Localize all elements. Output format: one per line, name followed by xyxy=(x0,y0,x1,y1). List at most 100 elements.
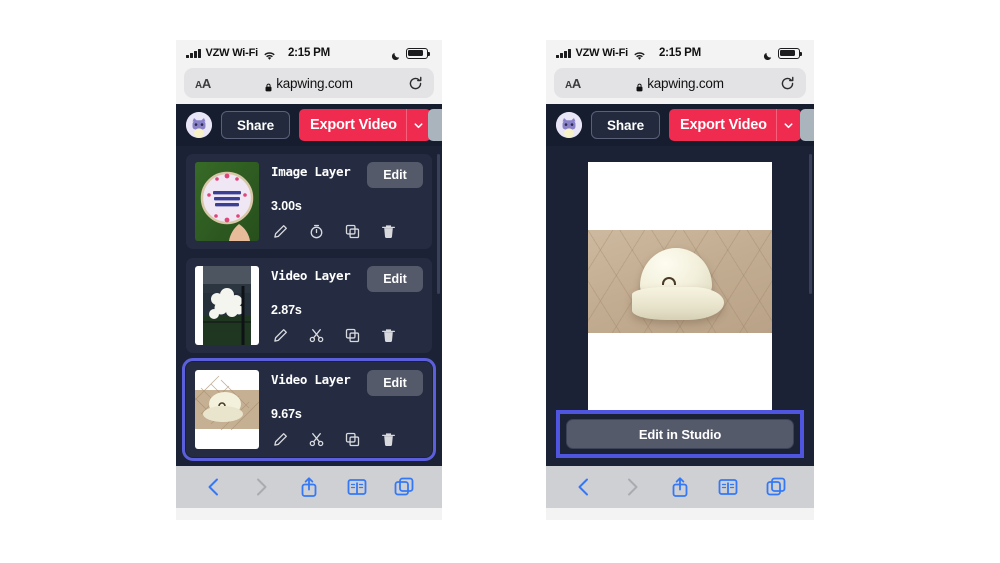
safari-url-bar[interactable]: AA kapwing.com xyxy=(184,68,434,98)
scissors-icon[interactable] xyxy=(309,328,324,343)
battery-icon xyxy=(406,47,430,59)
status-bar-time: 2:15 PM xyxy=(658,47,702,59)
tabs-button[interactable] xyxy=(765,476,787,498)
layer-thumbnail xyxy=(195,266,259,345)
layer-thumbnail xyxy=(195,370,259,449)
safari-bottom-bar xyxy=(176,466,442,508)
share-icon[interactable] xyxy=(669,476,691,498)
forward-button xyxy=(250,476,272,498)
ios-status-bar: VZW Wi-Fi 2:15 PM xyxy=(176,40,442,66)
layer-thumbnail xyxy=(195,162,259,241)
layer-duration: 2.87s xyxy=(271,303,302,317)
share-button[interactable]: Share xyxy=(221,111,291,139)
phone-screenshot-left: VZW Wi-Fi 2:15 PM AA kapwing.com Share E… xyxy=(176,40,442,520)
reload-icon[interactable] xyxy=(408,76,423,91)
url-display: kapwing.com xyxy=(554,76,806,91)
layer-duration: 9.67s xyxy=(271,407,302,421)
duplicate-icon[interactable] xyxy=(345,224,360,239)
layer-card-selected[interactable]: Video Layer Edit 9.67s xyxy=(182,358,436,461)
preview-photo xyxy=(588,230,772,333)
layer-action-row xyxy=(271,328,423,343)
export-video-label: Export Video xyxy=(310,117,397,133)
share-button[interactable]: Share xyxy=(591,111,661,139)
duplicate-icon[interactable] xyxy=(345,328,360,343)
user-avatar-icon[interactable] xyxy=(556,112,582,138)
back-button[interactable] xyxy=(203,476,225,498)
layer-edit-button[interactable]: Edit xyxy=(367,266,423,292)
layer-edit-button[interactable]: Edit xyxy=(367,162,423,188)
layer-info: Video Layer Edit 9.67s xyxy=(271,370,423,449)
layer-card[interactable]: Image Layer Edit 3.00s xyxy=(186,154,432,249)
back-button[interactable] xyxy=(573,476,595,498)
kapwing-app-area: Share Export Video xyxy=(546,104,814,466)
status-bar-time: 2:15 PM xyxy=(287,47,331,59)
tabs-button[interactable] xyxy=(393,476,415,498)
reload-icon[interactable] xyxy=(780,76,795,91)
safari-url-bar-container: AA kapwing.com xyxy=(176,66,442,104)
scrollbar[interactable] xyxy=(809,154,812,294)
preview-container xyxy=(546,146,814,410)
toolbar-overflow-button[interactable] xyxy=(800,109,814,141)
edit-in-studio-button[interactable]: Edit in Studio xyxy=(566,419,794,449)
wifi-icon xyxy=(633,48,646,60)
layer-list: Image Layer Edit 3.00s Video Layer Edit … xyxy=(176,146,442,461)
text-size-button[interactable]: AA xyxy=(565,76,581,91)
app-toolbar: Share Export Video xyxy=(176,104,442,146)
carrier-label: VZW Wi-Fi xyxy=(575,47,629,59)
user-avatar-icon[interactable] xyxy=(186,112,212,138)
phone-screenshot-right: VZW Wi-Fi 2:15 PM AA kapwing.com Share E… xyxy=(546,40,814,520)
app-toolbar: Share Export Video xyxy=(546,104,814,146)
layer-info: Image Layer Edit 3.00s xyxy=(271,162,423,241)
do-not-disturb-moon-icon xyxy=(391,48,401,61)
share-icon[interactable] xyxy=(298,476,320,498)
scissors-icon[interactable] xyxy=(309,432,324,447)
cellular-signal-icon xyxy=(556,48,571,58)
screenshot-stage: VZW Wi-Fi 2:15 PM AA kapwing.com Share E… xyxy=(0,0,1000,563)
kapwing-app-area: Share Export Video xyxy=(176,104,442,466)
status-bar-left: VZW Wi-Fi xyxy=(556,47,646,60)
safari-url-bar-container: AA kapwing.com xyxy=(546,66,814,104)
pencil-icon[interactable] xyxy=(273,328,288,343)
pencil-icon[interactable] xyxy=(273,224,288,239)
forward-button xyxy=(621,476,643,498)
bookmarks-button[interactable] xyxy=(717,476,739,498)
duplicate-icon[interactable] xyxy=(345,432,360,447)
wifi-icon xyxy=(263,48,276,60)
edit-in-studio-container: Edit in Studio xyxy=(546,410,814,458)
trash-icon[interactable] xyxy=(381,224,396,239)
status-bar-right xyxy=(391,47,430,61)
timer-icon[interactable] xyxy=(309,224,324,239)
status-bar-left: VZW Wi-Fi xyxy=(186,47,276,60)
cap-brim-shape xyxy=(632,287,724,320)
status-bar-right xyxy=(763,47,802,61)
pencil-icon[interactable] xyxy=(273,432,288,447)
url-text: kapwing.com xyxy=(647,75,724,91)
export-video-button[interactable]: Export Video xyxy=(669,109,801,141)
chevron-down-icon[interactable] xyxy=(775,109,801,141)
layer-duration: 3.00s xyxy=(271,199,302,213)
layer-info: Video Layer Edit 2.87s xyxy=(271,266,423,345)
safari-bottom-bar xyxy=(546,466,814,508)
trash-icon[interactable] xyxy=(381,432,396,447)
layer-edit-button[interactable]: Edit xyxy=(367,370,423,396)
text-size-button[interactable]: AA xyxy=(195,76,211,91)
toolbar-overflow-button[interactable] xyxy=(428,109,442,141)
export-video-button[interactable]: Export Video xyxy=(299,109,431,141)
safari-url-bar[interactable]: AA kapwing.com xyxy=(554,68,806,98)
battery-icon xyxy=(778,47,802,59)
do-not-disturb-moon-icon xyxy=(763,48,773,61)
cap-logo-shape xyxy=(662,277,676,285)
layer-action-row xyxy=(271,224,423,239)
lock-icon xyxy=(636,79,643,91)
scrollbar[interactable] xyxy=(437,154,440,294)
layer-card[interactable]: Video Layer Edit 2.87s xyxy=(186,258,432,353)
highlight-box: Edit in Studio xyxy=(556,410,804,458)
layer-action-row xyxy=(271,432,423,447)
video-preview-canvas[interactable] xyxy=(588,162,772,410)
ios-status-bar: VZW Wi-Fi 2:15 PM xyxy=(546,40,814,66)
trash-icon[interactable] xyxy=(381,328,396,343)
bookmarks-button[interactable] xyxy=(346,476,368,498)
url-display: kapwing.com xyxy=(184,76,434,91)
url-text: kapwing.com xyxy=(276,75,353,91)
export-video-label: Export Video xyxy=(680,117,767,133)
